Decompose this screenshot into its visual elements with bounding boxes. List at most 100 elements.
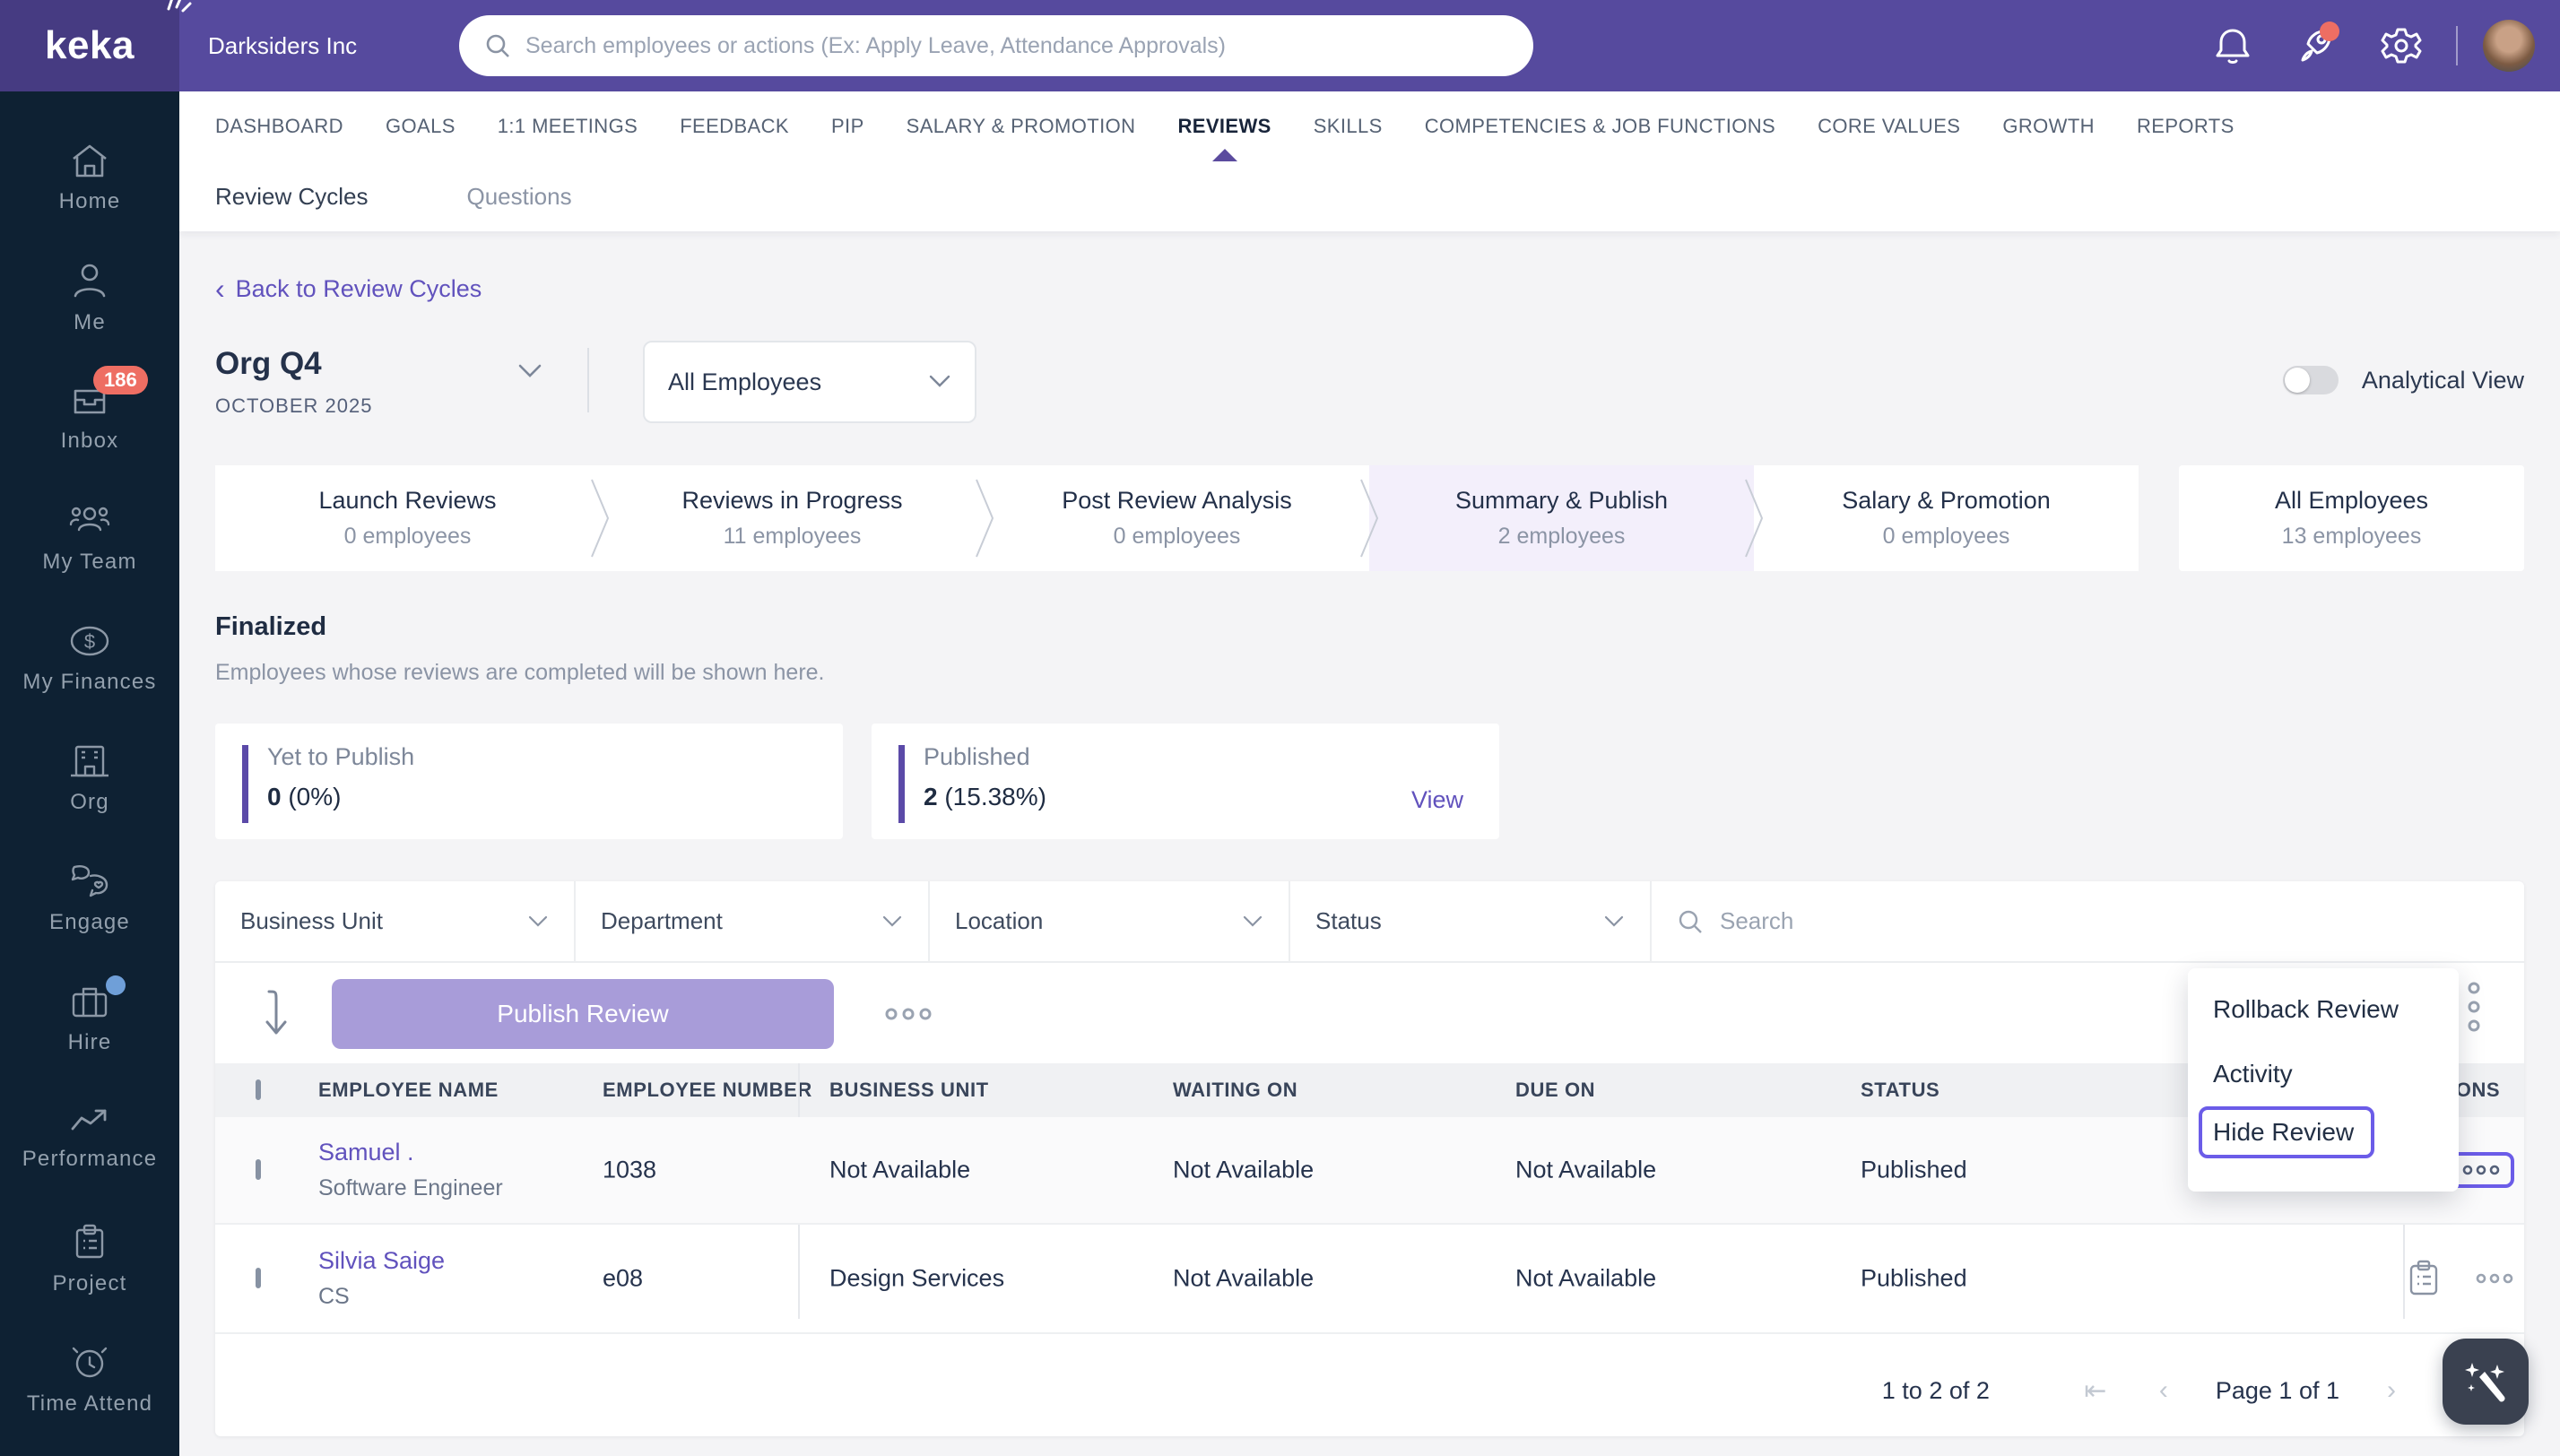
sidebar-item-project[interactable]: Project bbox=[0, 1200, 179, 1320]
chevron-down-icon bbox=[1604, 915, 1624, 927]
notifications-button[interactable] bbox=[2191, 0, 2275, 91]
toggle-knob bbox=[2284, 368, 2310, 393]
table-toolbar: Publish Review bbox=[215, 965, 2524, 1063]
ai-assistant-fab[interactable] bbox=[2443, 1339, 2529, 1425]
tab-competencies[interactable]: COMPETENCIES & JOB FUNCTIONS bbox=[1425, 91, 1775, 161]
select-all-checkbox[interactable] bbox=[256, 1079, 261, 1100]
tab-skills[interactable]: SKILLS bbox=[1314, 91, 1383, 161]
review-summary-clipboard-icon[interactable] bbox=[2408, 1260, 2440, 1297]
topbar: keka Darksiders Inc bbox=[0, 0, 2560, 91]
row-checkbox[interactable] bbox=[256, 1268, 261, 1288]
module-tabs: DASHBOARD GOALS 1:1 MEETINGS FEEDBACK PI… bbox=[179, 91, 2560, 161]
table-row[interactable]: Silvia Saige CS e08 Design Services Not … bbox=[215, 1225, 2524, 1334]
step-all-employees[interactable]: All Employees 13 employees bbox=[2179, 465, 2524, 571]
next-page-icon[interactable]: › bbox=[2375, 1375, 2408, 1406]
prev-page-icon[interactable]: ‹ bbox=[2148, 1375, 2180, 1406]
step-chevron-icon bbox=[976, 479, 994, 558]
tab-1-1-meetings[interactable]: 1:1 MEETINGS bbox=[498, 91, 638, 161]
tab-reports[interactable]: REPORTS bbox=[2137, 91, 2235, 161]
sidebar-item-label: Home bbox=[58, 189, 121, 213]
step-launch-reviews[interactable]: Launch Reviews 0 employees bbox=[215, 465, 610, 571]
cycle-period: OCTOBER 2025 bbox=[215, 394, 373, 417]
more-actions-icon[interactable] bbox=[884, 1007, 933, 1021]
step-salary-promotion[interactable]: Salary & Promotion 0 employees bbox=[1754, 465, 2139, 571]
tab-growth[interactable]: GROWTH bbox=[2002, 91, 2095, 161]
step-title: Launch Reviews bbox=[318, 487, 497, 514]
step-reviews-in-progress[interactable]: Reviews in Progress 11 employees bbox=[600, 465, 994, 571]
hire-briefcase-icon bbox=[72, 987, 108, 1018]
keka-logo[interactable]: keka bbox=[0, 0, 192, 91]
finalized-title: Finalized bbox=[215, 612, 327, 641]
settings-button[interactable] bbox=[2359, 0, 2443, 91]
project-clipboard-icon bbox=[75, 1224, 104, 1259]
sidebar-item-inbox[interactable]: 186 Inbox bbox=[0, 359, 179, 479]
review-stage-stepper: Launch Reviews 0 employees Reviews in Pr… bbox=[215, 465, 2524, 571]
sidebar-item-performance[interactable]: Performance bbox=[0, 1079, 179, 1200]
employee-name-link[interactable]: Silvia Saige bbox=[318, 1247, 445, 1275]
chevron-left-icon: ‹ bbox=[215, 273, 225, 305]
location-filter[interactable]: Location bbox=[930, 881, 1290, 961]
tab-pip[interactable]: PIP bbox=[831, 91, 864, 161]
sidebar-item-hire[interactable]: Hire bbox=[0, 959, 179, 1079]
sidebar-item-my-finances[interactable]: $ My Finances bbox=[0, 599, 179, 719]
whats-new-button[interactable] bbox=[2275, 0, 2359, 91]
sidebar-item-home[interactable]: Home bbox=[0, 118, 179, 238]
employee-name-link[interactable]: Samuel . bbox=[318, 1139, 503, 1166]
sidebar-item-label: Project bbox=[52, 1271, 127, 1296]
tab-reviews[interactable]: REVIEWS bbox=[1177, 91, 1271, 161]
user-avatar[interactable] bbox=[2483, 20, 2535, 72]
row-more-actions-button[interactable] bbox=[2476, 1273, 2513, 1284]
tab-salary-promotion[interactable]: SALARY & PROMOTION bbox=[907, 91, 1136, 161]
filter-label: Location bbox=[955, 907, 1044, 934]
department-filter[interactable]: Department bbox=[576, 881, 930, 961]
sidebar-item-label: My Finances bbox=[22, 670, 157, 694]
menu-item-rollback-review[interactable]: Rollback Review bbox=[2188, 977, 2459, 1042]
table-search[interactable] bbox=[1652, 881, 2524, 961]
global-search[interactable] bbox=[459, 15, 1533, 76]
sidebar-item-org[interactable]: Org bbox=[0, 719, 179, 839]
analytical-view-toggle[interactable] bbox=[2282, 366, 2339, 394]
tab-reviews-label: REVIEWS bbox=[1177, 115, 1271, 137]
employee-role: Software Engineer bbox=[318, 1175, 503, 1200]
step-subtitle: 2 employees bbox=[1497, 524, 1626, 549]
status-filter[interactable]: Status bbox=[1290, 881, 1652, 961]
publish-review-button[interactable]: Publish Review bbox=[332, 979, 834, 1049]
finalized-subtitle: Employees whose reviews are completed wi… bbox=[215, 660, 825, 685]
back-to-review-cycles-link[interactable]: ‹ Back to Review Cycles bbox=[215, 274, 482, 303]
table-row[interactable]: Samuel . Software Engineer 1038 Not Avai… bbox=[215, 1117, 2524, 1225]
business-unit-filter[interactable]: Business Unit bbox=[215, 881, 576, 961]
sidebar-item-time-attend[interactable]: Time Attend bbox=[0, 1320, 179, 1440]
engage-chat-icon bbox=[71, 865, 108, 897]
subtab-review-cycles[interactable]: Review Cycles bbox=[215, 183, 369, 211]
home-icon bbox=[73, 144, 107, 178]
tab-goals[interactable]: GOALS bbox=[386, 91, 456, 161]
step-post-review-analysis[interactable]: Post Review Analysis 0 employees bbox=[985, 465, 1379, 571]
step-title: Summary & Publish bbox=[1454, 487, 1669, 514]
first-page-icon[interactable]: ⇤ bbox=[2079, 1375, 2112, 1407]
cycle-dropdown-chevron-icon[interactable] bbox=[516, 362, 543, 380]
sidebar: Home Me 186 Inbox My Team $ My Finances … bbox=[0, 91, 179, 1456]
header-waiting-on: WAITING ON bbox=[1173, 1079, 1298, 1101]
sidebar-item-my-team[interactable]: My Team bbox=[0, 479, 179, 599]
employees-table-card: Business Unit Department Location Status bbox=[215, 881, 2524, 1436]
sidebar-item-me[interactable]: Me bbox=[0, 238, 179, 359]
menu-item-hide-review[interactable]: Hide Review bbox=[2199, 1106, 2374, 1158]
tab-dashboard[interactable]: DASHBOARD bbox=[215, 91, 343, 161]
employee-filter-select[interactable]: All Employees bbox=[643, 341, 976, 423]
subtab-questions[interactable]: Questions bbox=[467, 183, 572, 211]
step-chevron-icon bbox=[1360, 479, 1379, 558]
step-summary-publish[interactable]: Summary & Publish 2 employees bbox=[1369, 465, 1764, 571]
view-published-link[interactable]: View bbox=[1411, 786, 1463, 814]
step-subtitle: 0 employees bbox=[1113, 524, 1241, 549]
sort-arrow-icon[interactable] bbox=[262, 988, 292, 1038]
tab-core-values[interactable]: CORE VALUES bbox=[1818, 91, 1960, 161]
chevron-down-icon bbox=[528, 915, 548, 927]
sidebar-item-engage[interactable]: Engage bbox=[0, 839, 179, 959]
svg-text:$: $ bbox=[84, 630, 95, 653]
table-search-input[interactable] bbox=[1720, 907, 2499, 935]
menu-item-activity[interactable]: Activity bbox=[2188, 1042, 2459, 1106]
tab-feedback[interactable]: FEEDBACK bbox=[680, 91, 789, 161]
column-settings-kebab-icon[interactable] bbox=[2467, 981, 2481, 1033]
global-search-input[interactable] bbox=[525, 32, 1508, 59]
row-checkbox[interactable] bbox=[256, 1159, 261, 1180]
